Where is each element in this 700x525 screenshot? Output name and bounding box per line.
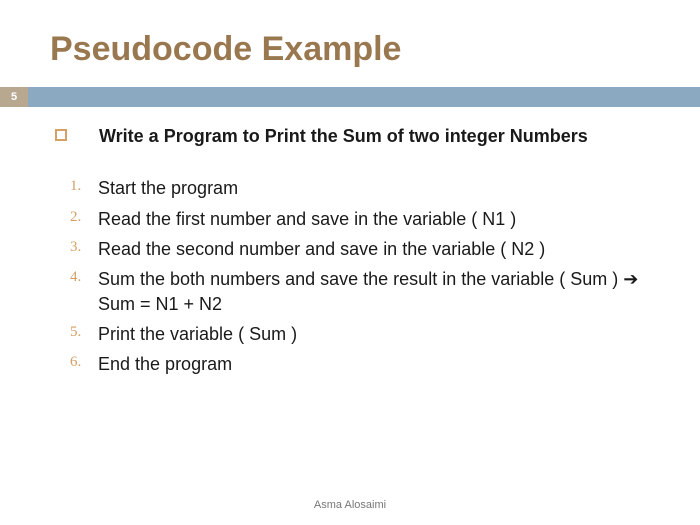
page-number: 5 <box>0 87 28 107</box>
list-text: End the program <box>98 352 650 376</box>
footer-author: Asma Alosaimi <box>0 499 700 511</box>
accent-bar <box>28 87 700 107</box>
divider-bar: 5 <box>0 87 700 107</box>
slide-title: Pseudocode Example <box>0 0 700 87</box>
heading-row: Write a Program to Print the Sum of two … <box>55 125 650 148</box>
list-number: 3. <box>70 237 98 256</box>
list-number: 5. <box>70 322 98 341</box>
list-number: 1. <box>70 176 98 195</box>
list-item: 1. Start the program <box>70 176 650 200</box>
list-number: 6. <box>70 352 98 371</box>
list-item: 6. End the program <box>70 352 650 376</box>
list-text: Sum the both numbers and save the result… <box>98 267 650 316</box>
bullet-icon <box>55 129 67 141</box>
list-item: 5. Print the variable ( Sum ) <box>70 322 650 346</box>
list-number: 4. <box>70 267 98 286</box>
list-text: Read the first number and save in the va… <box>98 207 650 231</box>
list-item: 3. Read the second number and save in th… <box>70 237 650 261</box>
list-text: Print the variable ( Sum ) <box>98 322 650 346</box>
list-text: Read the second number and save in the v… <box>98 237 650 261</box>
list-item: 2. Read the first number and save in the… <box>70 207 650 231</box>
heading-text: Write a Program to Print the Sum of two … <box>99 125 588 148</box>
list-text: Start the program <box>98 176 650 200</box>
content-area: Write a Program to Print the Sum of two … <box>0 107 700 376</box>
list-item: 4. Sum the both numbers and save the res… <box>70 267 650 316</box>
list-number: 2. <box>70 207 98 226</box>
